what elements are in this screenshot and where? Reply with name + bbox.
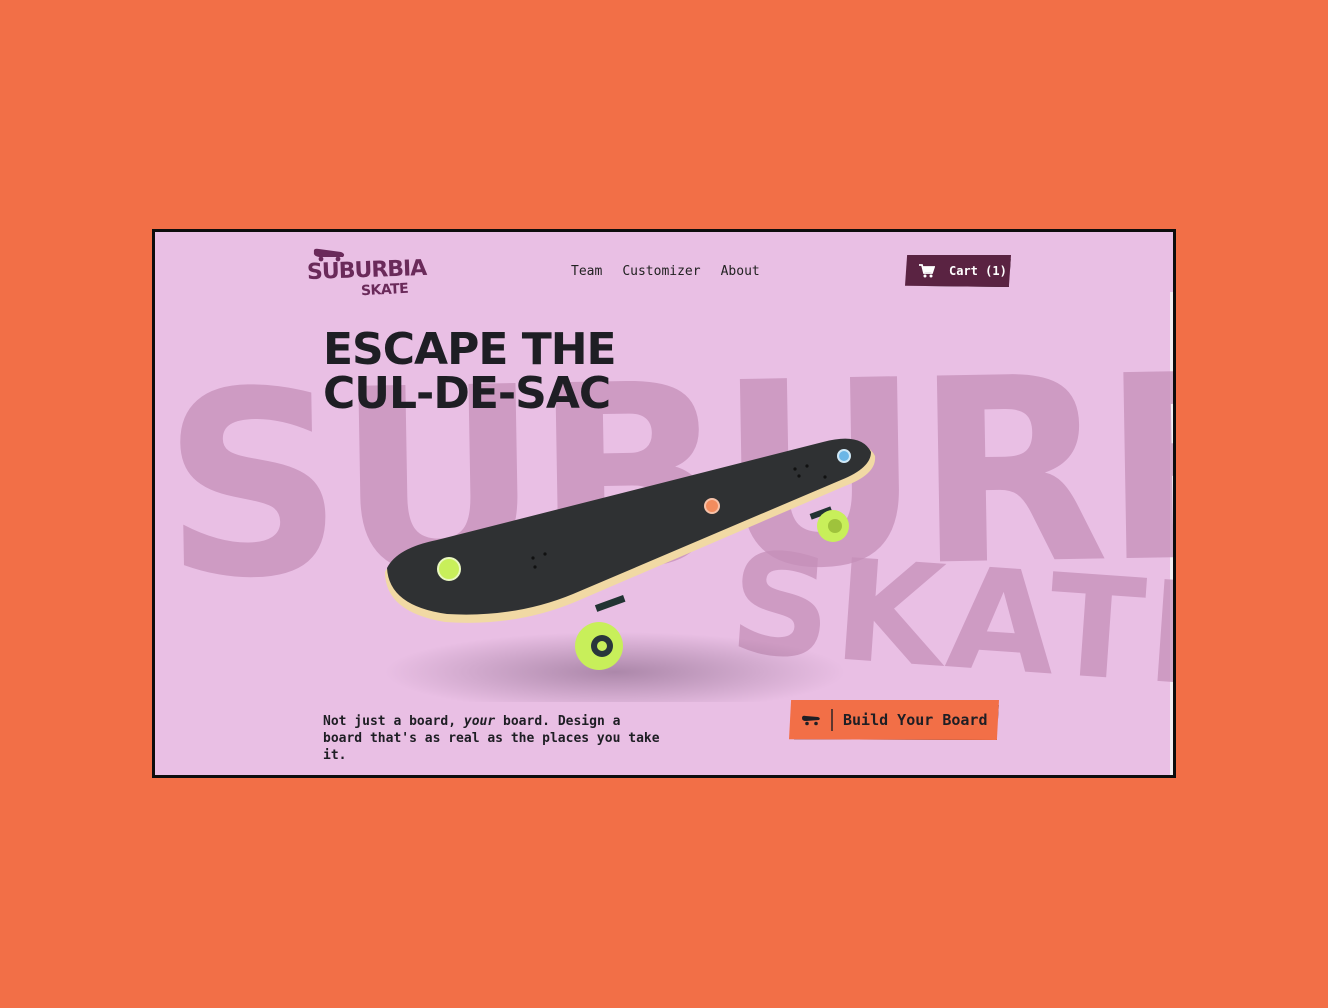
skateboard-icon xyxy=(802,715,820,726)
nav-item-customizer[interactable]: Customizer xyxy=(622,264,700,279)
hero-tagline: Not just a board, your board. Design a b… xyxy=(323,713,663,764)
hero-section: SUBURBIA SKATE SUBURBIA SKATE Team Custo… xyxy=(152,229,1176,778)
build-board-button[interactable]: Build Your Board xyxy=(789,700,999,740)
brand-subname: SKATE xyxy=(360,280,409,300)
hotspot-middle xyxy=(704,498,720,514)
cart-label: Cart (1) xyxy=(949,264,1007,278)
brand-name: SUBURBIA xyxy=(306,255,427,286)
nav-item-about[interactable]: About xyxy=(721,264,760,279)
headline-line-1: ESCAPE THE xyxy=(323,324,617,375)
skateboard-image[interactable] xyxy=(355,422,915,702)
tagline-emphasis: your xyxy=(463,714,496,729)
hotspot-front xyxy=(437,557,461,581)
cart-icon xyxy=(919,264,935,278)
cta-label: Build Your Board xyxy=(843,711,988,729)
cart-button[interactable]: Cart (1) xyxy=(905,255,1011,287)
hotspot-back xyxy=(837,449,851,463)
page-title: ESCAPE THE CUL-DE-SAC xyxy=(323,324,617,419)
main-nav: Team Customizer About xyxy=(571,264,760,279)
headline-line-2: CUL-DE-SAC xyxy=(323,368,611,419)
cta-divider xyxy=(831,709,833,731)
brand-logo[interactable]: SUBURBIA SKATE xyxy=(307,246,427,302)
nav-item-team[interactable]: Team xyxy=(571,264,602,279)
tagline-prefix: Not just a board, xyxy=(323,714,464,729)
